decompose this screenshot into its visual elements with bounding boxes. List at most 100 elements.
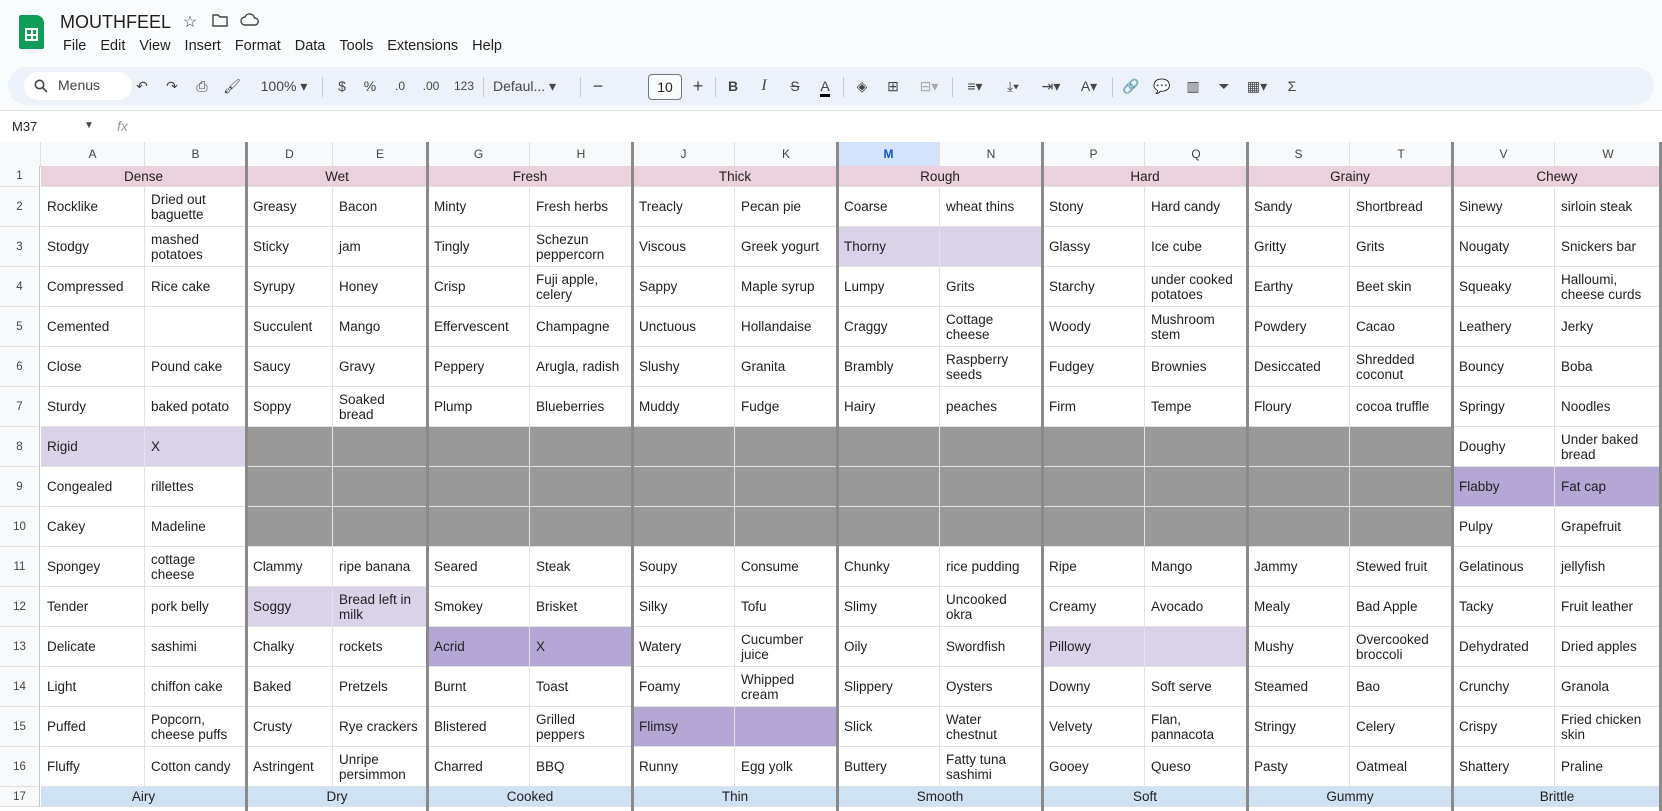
cell[interactable]: Dried apples [1555, 627, 1662, 667]
text-rotation-icon[interactable]: A▾ [1074, 67, 1104, 105]
horizontal-align-icon[interactable]: ≡▾ [960, 67, 990, 105]
row-header-11[interactable]: 11 [0, 547, 40, 587]
cell[interactable]: Slimy [838, 587, 940, 627]
row-header-10[interactable]: 10 [0, 507, 40, 547]
cell[interactable] [1145, 427, 1248, 467]
cell[interactable]: cottage cheese [145, 547, 247, 587]
cell[interactable]: Praline [1555, 747, 1662, 787]
cell[interactable]: Consume [735, 547, 838, 587]
menu-insert[interactable]: Insert [178, 36, 228, 56]
cell[interactable]: Powdery [1248, 307, 1350, 347]
cell[interactable] [428, 467, 530, 507]
cell[interactable]: Egg yolk [735, 747, 838, 787]
column-header-g[interactable]: G [428, 142, 530, 166]
cell[interactable]: X [530, 627, 633, 667]
cell[interactable]: Cottage cheese [940, 307, 1043, 347]
cell[interactable]: Noodles [1555, 387, 1662, 427]
cell[interactable] [838, 467, 940, 507]
cell[interactable]: Lumpy [838, 267, 940, 307]
print-icon[interactable]: ⎙ [191, 67, 213, 105]
cell[interactable] [735, 707, 838, 747]
group-header-dense[interactable]: Dense [41, 166, 247, 187]
borders-icon[interactable]: ⊞ [882, 67, 904, 105]
font-select[interactable]: Defaul... ▾ [493, 67, 573, 105]
cell[interactable] [333, 507, 428, 547]
decrease-decimal-button[interactable]: .0 [389, 67, 411, 105]
cell[interactable] [145, 307, 247, 347]
text-wrapping-icon[interactable]: ⇥▾ [1036, 67, 1066, 105]
cell[interactable]: Fried chicken skin [1555, 707, 1662, 747]
cell[interactable]: Ripe [1043, 547, 1145, 587]
cell[interactable]: Shredded coconut [1350, 347, 1453, 387]
cell[interactable]: Mango [1145, 547, 1248, 587]
cell[interactable]: Pecan pie [735, 187, 838, 227]
column-header-v[interactable]: V [1453, 142, 1555, 166]
cell[interactable] [735, 507, 838, 547]
cell[interactable]: Beet skin [1350, 267, 1453, 307]
cell[interactable]: jam [333, 227, 428, 267]
increase-decimal-button[interactable]: .00 [419, 67, 443, 105]
cell[interactable]: Jerky [1555, 307, 1662, 347]
cell[interactable] [735, 467, 838, 507]
cell[interactable]: wheat thins [940, 187, 1043, 227]
cell[interactable]: Popcorn, cheese puffs [145, 707, 247, 747]
row-header-17[interactable]: 17 [0, 787, 40, 807]
cell[interactable]: Stringy [1248, 707, 1350, 747]
group-header-fresh[interactable]: Fresh [428, 166, 633, 187]
cell[interactable]: Coarse [838, 187, 940, 227]
cell[interactable]: chiffon cake [145, 667, 247, 707]
italic-icon[interactable]: I [754, 67, 774, 105]
cell[interactable]: Sandy [1248, 187, 1350, 227]
cell[interactable]: Woody [1043, 307, 1145, 347]
cell[interactable]: baked potato [145, 387, 247, 427]
cell[interactable]: Pretzels [333, 667, 428, 707]
cell[interactable]: Effervescent [428, 307, 530, 347]
group-header-chewy[interactable]: Chewy [1453, 166, 1662, 187]
cell[interactable] [530, 427, 633, 467]
cell[interactable]: Oatmeal [1350, 747, 1453, 787]
cell[interactable]: Thorny [838, 227, 940, 267]
cell[interactable]: Runny [633, 747, 735, 787]
cell[interactable]: Slick [838, 707, 940, 747]
column-header-p[interactable]: P [1043, 142, 1145, 166]
cell[interactable]: Viscous [633, 227, 735, 267]
redo-icon[interactable]: ↷ [161, 67, 183, 105]
cell[interactable]: Fruit leather [1555, 587, 1662, 627]
cell[interactable]: Shattery [1453, 747, 1555, 787]
cell[interactable]: Avocado [1145, 587, 1248, 627]
cell[interactable]: Flan, pannacota [1145, 707, 1248, 747]
cell[interactable]: Gelatinous [1453, 547, 1555, 587]
cell[interactable] [1043, 467, 1145, 507]
cell[interactable]: Maple syrup [735, 267, 838, 307]
cell[interactable]: Stony [1043, 187, 1145, 227]
cell[interactable]: Floury [1248, 387, 1350, 427]
cell[interactable]: Baked [247, 667, 333, 707]
cell[interactable]: Jammy [1248, 547, 1350, 587]
cell[interactable]: Light [41, 667, 145, 707]
cell[interactable]: rice pudding [940, 547, 1043, 587]
cell[interactable]: Cakey [41, 507, 145, 547]
cell[interactable]: Pulpy [1453, 507, 1555, 547]
cell[interactable]: Fudge [735, 387, 838, 427]
cell[interactable] [1145, 627, 1248, 667]
cell[interactable] [428, 507, 530, 547]
cell[interactable]: Pillowy [1043, 627, 1145, 667]
cell[interactable]: Astringent [247, 747, 333, 787]
cell[interactable]: Whipped cream [735, 667, 838, 707]
cell[interactable]: Cucumber juice [735, 627, 838, 667]
cell[interactable]: Velvety [1043, 707, 1145, 747]
cell[interactable]: pork belly [145, 587, 247, 627]
cell[interactable]: Grapefruit [1555, 507, 1662, 547]
cell[interactable]: sashimi [145, 627, 247, 667]
cell[interactable]: Arugla, radish [530, 347, 633, 387]
menu-file[interactable]: File [56, 36, 93, 56]
cell[interactable]: Gravy [333, 347, 428, 387]
group-header-wet[interactable]: Wet [247, 166, 428, 187]
cell[interactable]: ripe banana [333, 547, 428, 587]
cell[interactable]: Grits [940, 267, 1043, 307]
cell[interactable] [247, 467, 333, 507]
cell[interactable]: Saucy [247, 347, 333, 387]
cell[interactable]: rockets [333, 627, 428, 667]
cell[interactable]: Overcooked broccoli [1350, 627, 1453, 667]
column-header-b[interactable]: B [145, 142, 247, 166]
